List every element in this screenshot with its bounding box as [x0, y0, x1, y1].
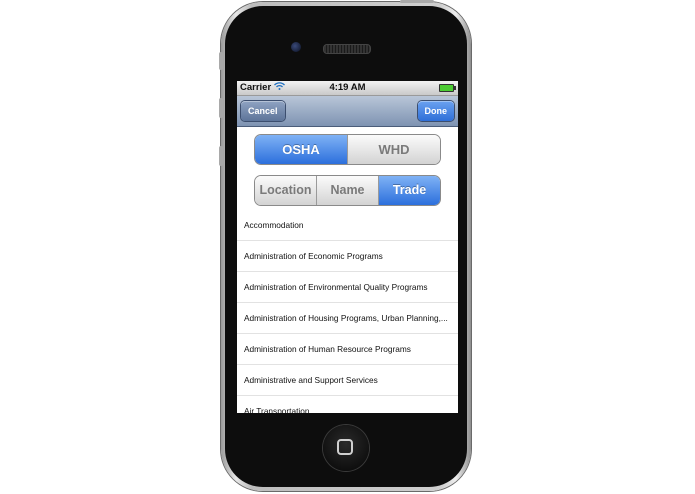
trade-list: Accommodation Administration of Economic…	[237, 210, 458, 413]
segment-location[interactable]: Location	[255, 176, 316, 205]
list-item[interactable]: Administration of Environmental Quality …	[237, 272, 458, 303]
volume-up-button	[219, 98, 223, 118]
navigation-bar: Cancel Done	[237, 96, 458, 127]
segment-name[interactable]: Name	[316, 176, 378, 205]
front-camera-icon	[291, 42, 301, 52]
battery-icon	[439, 84, 456, 92]
status-time: 4:19 AM	[329, 82, 366, 93]
list-item[interactable]: Administrative and Support Services	[237, 365, 458, 396]
segment-osha[interactable]: OSHA	[255, 135, 347, 164]
home-button-icon	[337, 439, 353, 455]
mute-switch	[219, 52, 223, 70]
agency-segmented-control: OSHA WHD	[254, 134, 441, 165]
volume-down-button	[219, 146, 223, 166]
segment-whd[interactable]: WHD	[347, 135, 440, 164]
status-bar: Carrier 4:19 AM	[237, 81, 458, 96]
list-item[interactable]: Air Transportation	[237, 396, 458, 413]
cancel-button[interactable]: Cancel	[241, 101, 285, 121]
list-item[interactable]: Administration of Housing Programs, Urba…	[237, 303, 458, 334]
search-type-segmented-control: Location Name Trade	[254, 175, 441, 206]
sleep-button	[400, 0, 434, 3]
home-button[interactable]	[323, 425, 369, 471]
list-item[interactable]: Administration of Economic Programs	[237, 241, 458, 272]
earpiece-speaker	[323, 44, 371, 54]
list-item[interactable]: Accommodation	[237, 210, 458, 241]
list-item[interactable]: Administration of Human Resource Program…	[237, 334, 458, 365]
done-button[interactable]: Done	[417, 101, 454, 121]
phone-screen: Carrier 4:19 AM Cancel Done OSHA WHD Loc…	[237, 81, 458, 413]
segment-trade[interactable]: Trade	[378, 176, 440, 205]
